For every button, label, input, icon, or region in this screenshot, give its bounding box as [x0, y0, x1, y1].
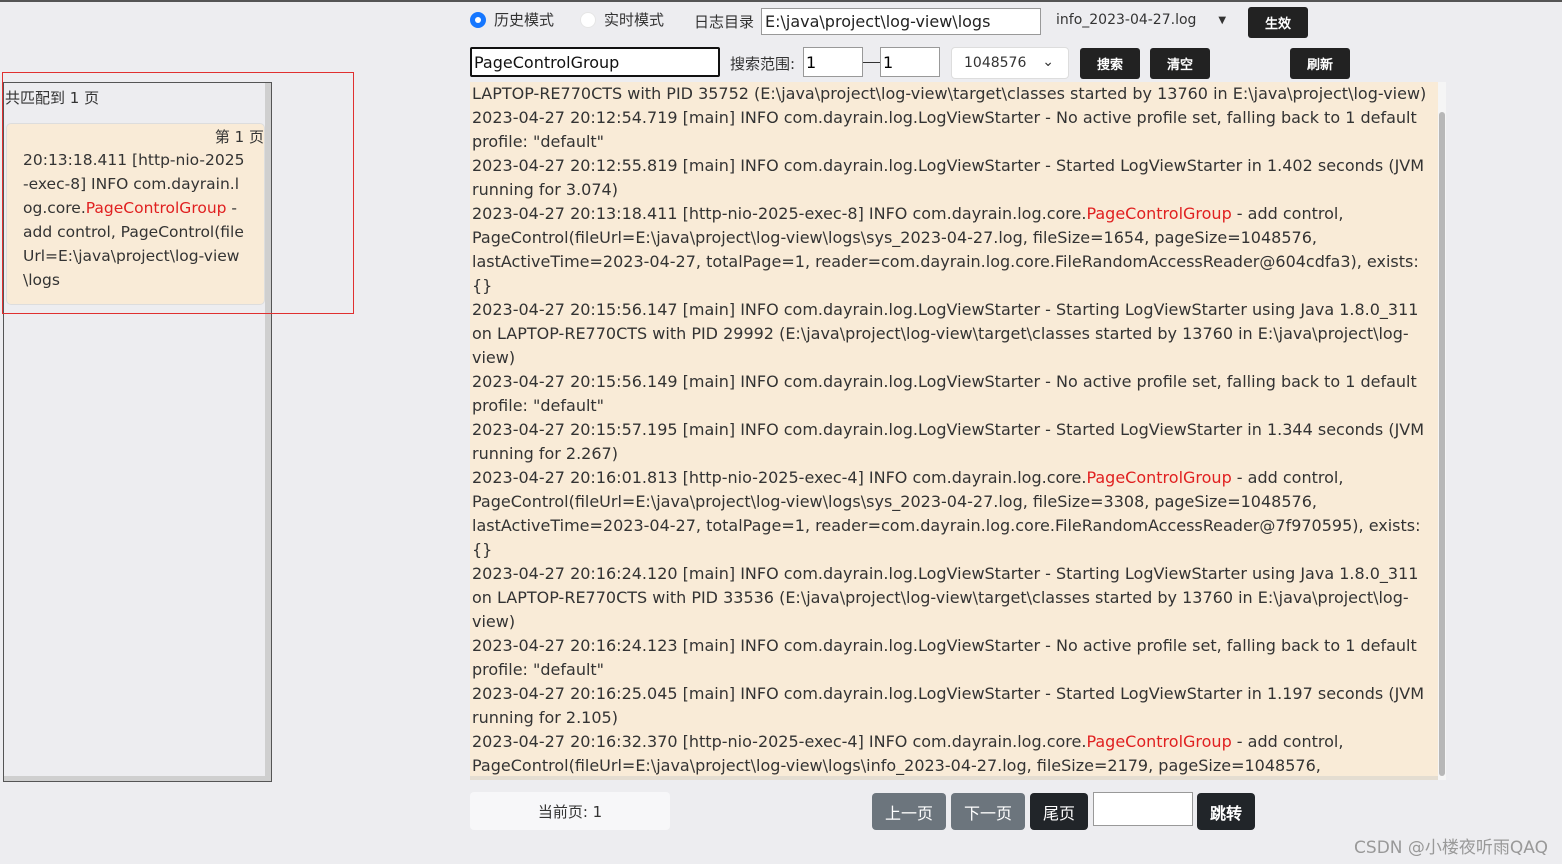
result-panel-vertical-scrollbar[interactable]	[265, 83, 271, 781]
log-line-before: 2023-04-27 20:16:32.370 [http-nio-2025-e…	[472, 732, 1087, 751]
log-line-highlight: PageControlGroup	[1086, 204, 1232, 223]
radio-checked-icon	[470, 11, 486, 28]
caret-down-icon: ▼	[1218, 14, 1227, 26]
next-page-button[interactable]: 下一页	[951, 793, 1025, 830]
log-line: 2023-04-27 20:16:25.045 [main] INFO com.…	[472, 684, 1425, 727]
log-line: 2023-04-27 20:16:01.813 [http-nio-2025-e…	[472, 466, 1434, 562]
prev-page-button[interactable]: 上一页	[872, 793, 946, 830]
watermark: CSDN @小楼夜听雨QAQ	[1354, 838, 1548, 858]
search-input[interactable]	[470, 47, 720, 77]
log-line-before: 2023-04-27 20:13:18.411 [http-nio-2025-e…	[472, 204, 1087, 223]
log-line: 2023-04-27 20:15:56.147 [main] INFO com.…	[472, 300, 1419, 367]
page-size-selected: 1048576	[964, 55, 1027, 71]
result-card-page: 第 1 页	[214, 128, 264, 146]
realtime-mode-label: 实时模式	[604, 11, 665, 29]
result-panel-horizontal-scrollbar[interactable]	[4, 776, 266, 781]
last-page-button[interactable]: 尾页	[1030, 793, 1088, 830]
log-file-select[interactable]: info_2023-04-27.log ▼	[1056, 12, 1226, 28]
realtime-mode-radio[interactable]: 实时模式	[580, 9, 664, 30]
log-line: 2023-04-27 20:12:55.819 [main] INFO com.…	[472, 156, 1425, 199]
apply-button[interactable]: 生效	[1248, 7, 1308, 38]
log-dir-input[interactable]	[761, 8, 1041, 35]
log-line: 2023-04-27 20:16:24.120 [main] INFO com.…	[472, 564, 1419, 631]
range-separator	[863, 62, 880, 63]
range-end-input[interactable]	[880, 47, 940, 77]
log-line: 2023-04-27 20:15:56.149 [main] INFO com.…	[472, 372, 1417, 415]
result-card[interactable]: 第 1 页 20:13:18.411 [http-nio-2025-exec-8…	[6, 123, 265, 305]
jump-page-input[interactable]	[1093, 792, 1193, 826]
log-line: 2023-04-27 20:13:18.411 [http-nio-2025-e…	[472, 202, 1434, 298]
log-line: 2023-04-27 20:15:57.195 [main] INFO com.…	[472, 420, 1425, 463]
log-line: 2023-04-27 20:16:24.123 [main] INFO com.…	[472, 636, 1417, 679]
log-line: LAPTOP-RE770CTS with PID 35752 (E:\java\…	[472, 84, 1427, 103]
range-start-input[interactable]	[803, 47, 863, 77]
page-size-select[interactable]: 1048576 ⌄	[951, 47, 1069, 79]
log-line-highlight: PageControlGroup	[1086, 732, 1232, 751]
search-result-panel: 共匹配到 1 页 第 1 页 20:13:18.411 [http-nio-20…	[3, 82, 272, 782]
chevron-down-icon: ⌄	[1042, 54, 1054, 70]
search-button[interactable]: 搜索	[1080, 48, 1140, 79]
log-scrollbar-thumb[interactable]	[1439, 112, 1445, 776]
log-line-highlight: PageControlGroup	[1086, 468, 1232, 487]
log-file-selected: info_2023-04-27.log	[1056, 12, 1197, 28]
clear-button[interactable]: 清空	[1150, 48, 1210, 79]
jump-button[interactable]: 跳转	[1197, 793, 1255, 830]
radio-unchecked-icon	[580, 11, 596, 28]
result-text-highlight: PageControlGroup	[85, 199, 227, 217]
log-horizontal-scrollbar[interactable]	[470, 776, 1438, 780]
log-line: 2023-04-27 20:16:32.370 [http-nio-2025-e…	[472, 730, 1434, 780]
history-mode-radio[interactable]: 历史模式	[470, 9, 554, 30]
log-content-panel: LAPTOP-RE770CTS with PID 35752 (E:\java\…	[470, 82, 1446, 780]
result-card-text: 20:13:18.411 [http-nio-2025-exec-8] INFO…	[7, 148, 264, 292]
match-count-label: 共匹配到 1 页	[5, 89, 100, 107]
current-page-indicator: 当前页: 1	[470, 792, 670, 830]
log-line-before: 2023-04-27 20:16:01.813 [http-nio-2025-e…	[472, 468, 1087, 487]
log-dir-label: 日志目录	[694, 13, 755, 31]
search-range-label: 搜索范围:	[730, 55, 796, 73]
log-line: 2023-04-27 20:12:54.719 [main] INFO com.…	[472, 108, 1417, 151]
window-top-border	[0, 0, 1562, 2]
history-mode-label: 历史模式	[494, 11, 555, 29]
log-lines: LAPTOP-RE770CTS with PID 35752 (E:\java\…	[472, 82, 1434, 780]
refresh-button[interactable]: 刷新	[1290, 48, 1350, 79]
